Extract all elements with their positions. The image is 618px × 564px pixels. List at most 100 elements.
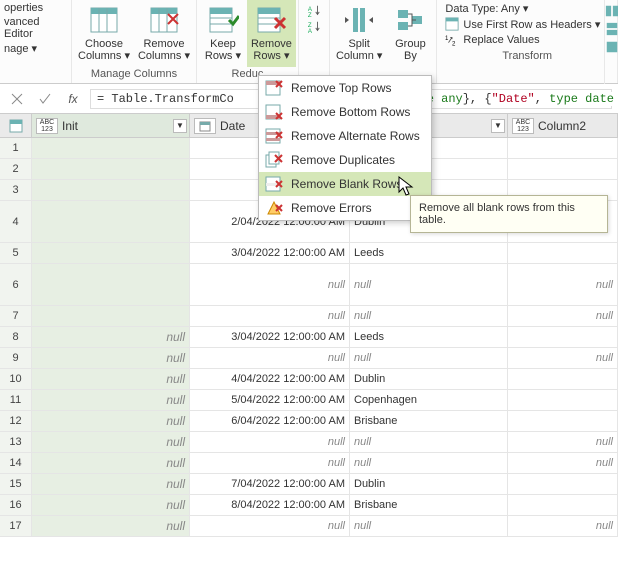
table-cell[interactable]: 8/04/2022 12:00:00 AM <box>190 495 350 515</box>
table-cell[interactable] <box>508 390 618 410</box>
append-icon[interactable] <box>605 22 618 36</box>
table-cell[interactable]: null <box>32 495 190 515</box>
filter-dropdown-icon[interactable]: ▼ <box>491 119 505 133</box>
menu-item-remove-errors[interactable]: Remove Errors <box>259 196 431 220</box>
table-cell[interactable]: null <box>32 327 190 347</box>
table-cell[interactable] <box>508 411 618 431</box>
table-row[interactable]: 17nullnullnullnull <box>0 516 618 537</box>
menu-item-remove-alternate-rows[interactable]: Remove Alternate Rows <box>259 124 431 148</box>
table-row[interactable]: 53/04/2022 12:00:00 AMLeeds <box>0 243 618 264</box>
remove-columns-button[interactable]: RemoveColumns ▾ <box>134 0 194 67</box>
table-row[interactable]: 15null7/04/2022 12:00:00 AMDublin <box>0 474 618 495</box>
table-cell[interactable] <box>508 369 618 389</box>
table-cell[interactable]: null <box>508 348 618 368</box>
table-cell[interactable]: null <box>32 474 190 494</box>
table-cell[interactable]: null <box>508 516 618 536</box>
choose-columns-button[interactable]: ChooseColumns ▾ <box>74 0 134 67</box>
menu-item-remove-blank-rows[interactable]: Remove Blank Rows <box>259 172 431 196</box>
table-cell[interactable]: null <box>32 411 190 431</box>
table-cell[interactable]: Brisbane <box>350 411 508 431</box>
table-cell[interactable]: Dublin <box>350 474 508 494</box>
data-type-dropdown[interactable]: Data Type: Any ▾ <box>445 2 600 15</box>
table-row[interactable]: 11null5/04/2022 12:00:00 AMCopenhagen <box>0 390 618 411</box>
table-row[interactable]: 12null6/04/2022 12:00:00 AMBrisbane <box>0 411 618 432</box>
table-cell[interactable]: 3/04/2022 12:00:00 AM <box>190 243 350 263</box>
table-cell[interactable]: Dublin <box>350 369 508 389</box>
accept-formula-button[interactable] <box>34 89 56 109</box>
manage-item[interactable]: nage ▾ <box>4 42 67 55</box>
column-header-column2[interactable]: ABC123 Column2 <box>508 114 618 137</box>
table-cell[interactable] <box>508 474 618 494</box>
sort-desc-icon[interactable]: ZA <box>307 20 321 34</box>
table-row[interactable]: 6nullnullnull <box>0 264 618 306</box>
table-cell[interactable]: Copenhagen <box>350 390 508 410</box>
row-number[interactable]: 16 <box>0 495 32 515</box>
table-cell[interactable] <box>32 138 190 158</box>
row-number[interactable]: 8 <box>0 327 32 347</box>
table-cell[interactable]: null <box>32 432 190 452</box>
table-cell[interactable] <box>32 180 190 200</box>
table-cell[interactable]: null <box>350 453 508 473</box>
row-number[interactable]: 17 <box>0 516 32 536</box>
row-number[interactable]: 7 <box>0 306 32 326</box>
sort-asc-icon[interactable]: AZ <box>307 4 321 18</box>
keep-rows-button[interactable]: KeepRows ▾ <box>199 0 247 67</box>
cancel-formula-button[interactable] <box>6 89 28 109</box>
row-number[interactable]: 9 <box>0 348 32 368</box>
table-cell[interactable]: null <box>350 264 508 305</box>
table-cell[interactable]: null <box>190 453 350 473</box>
table-cell[interactable]: null <box>32 369 190 389</box>
table-cell[interactable]: null <box>508 264 618 305</box>
combine-icon[interactable] <box>605 40 618 54</box>
table-cell[interactable] <box>508 327 618 347</box>
fx-button[interactable]: fx <box>62 89 84 109</box>
table-row[interactable]: 16null8/04/2022 12:00:00 AMBrisbane <box>0 495 618 516</box>
properties-item[interactable]: operties <box>4 2 67 14</box>
advanced-editor-item[interactable]: vanced Editor <box>4 16 67 40</box>
table-cell[interactable] <box>32 264 190 305</box>
menu-item-remove-bottom-rows[interactable]: Remove Bottom Rows <box>259 100 431 124</box>
table-cell[interactable]: null <box>508 453 618 473</box>
table-cell[interactable]: null <box>190 264 350 305</box>
table-cell[interactable]: null <box>350 348 508 368</box>
table-cell[interactable]: null <box>32 516 190 536</box>
table-row[interactable]: 13nullnullnullnull <box>0 432 618 453</box>
table-cell[interactable]: null <box>350 306 508 326</box>
table-cell[interactable] <box>508 159 618 179</box>
menu-item-remove-top-rows[interactable]: Remove Top Rows <box>259 76 431 100</box>
table-cell[interactable]: null <box>190 306 350 326</box>
table-cell[interactable] <box>508 243 618 263</box>
table-cell[interactable] <box>32 159 190 179</box>
table-cell[interactable]: null <box>350 432 508 452</box>
row-number[interactable]: 12 <box>0 411 32 431</box>
row-number[interactable]: 11 <box>0 390 32 410</box>
table-cell[interactable]: 3/04/2022 12:00:00 AM <box>190 327 350 347</box>
table-cell[interactable]: 6/04/2022 12:00:00 AM <box>190 411 350 431</box>
row-number[interactable]: 10 <box>0 369 32 389</box>
table-cell[interactable]: null <box>508 432 618 452</box>
table-cell[interactable]: null <box>350 516 508 536</box>
table-cell[interactable] <box>508 138 618 158</box>
table-row[interactable]: 8null3/04/2022 12:00:00 AMLeeds <box>0 327 618 348</box>
table-cell[interactable] <box>32 201 190 242</box>
first-row-headers-dropdown[interactable]: Use First Row as Headers ▾ <box>445 17 600 31</box>
table-cell[interactable]: null <box>190 432 350 452</box>
row-number[interactable]: 3 <box>0 180 32 200</box>
row-number[interactable]: 14 <box>0 453 32 473</box>
table-cell[interactable]: 5/04/2022 12:00:00 AM <box>190 390 350 410</box>
table-cell[interactable]: Brisbane <box>350 495 508 515</box>
table-row[interactable]: 9nullnullnullnull <box>0 348 618 369</box>
group-by-button[interactable]: GroupBy <box>386 0 434 67</box>
table-cell[interactable]: null <box>32 390 190 410</box>
menu-item-remove-duplicates[interactable]: Remove Duplicates <box>259 148 431 172</box>
replace-values-button[interactable]: 12 Replace Values <box>445 33 600 47</box>
column-header-init[interactable]: ABC123 Init ▼ <box>32 114 190 137</box>
table-cell[interactable]: null <box>508 306 618 326</box>
remove-rows-button[interactable]: RemoveRows ▾ <box>247 0 296 67</box>
table-cell[interactable] <box>508 495 618 515</box>
table-row[interactable]: 10null4/04/2022 12:00:00 AMDublin <box>0 369 618 390</box>
row-number[interactable]: 4 <box>0 201 32 242</box>
table-cell[interactable]: Leeds <box>350 243 508 263</box>
select-all-corner[interactable] <box>0 114 32 137</box>
filter-dropdown-icon[interactable]: ▼ <box>173 119 187 133</box>
